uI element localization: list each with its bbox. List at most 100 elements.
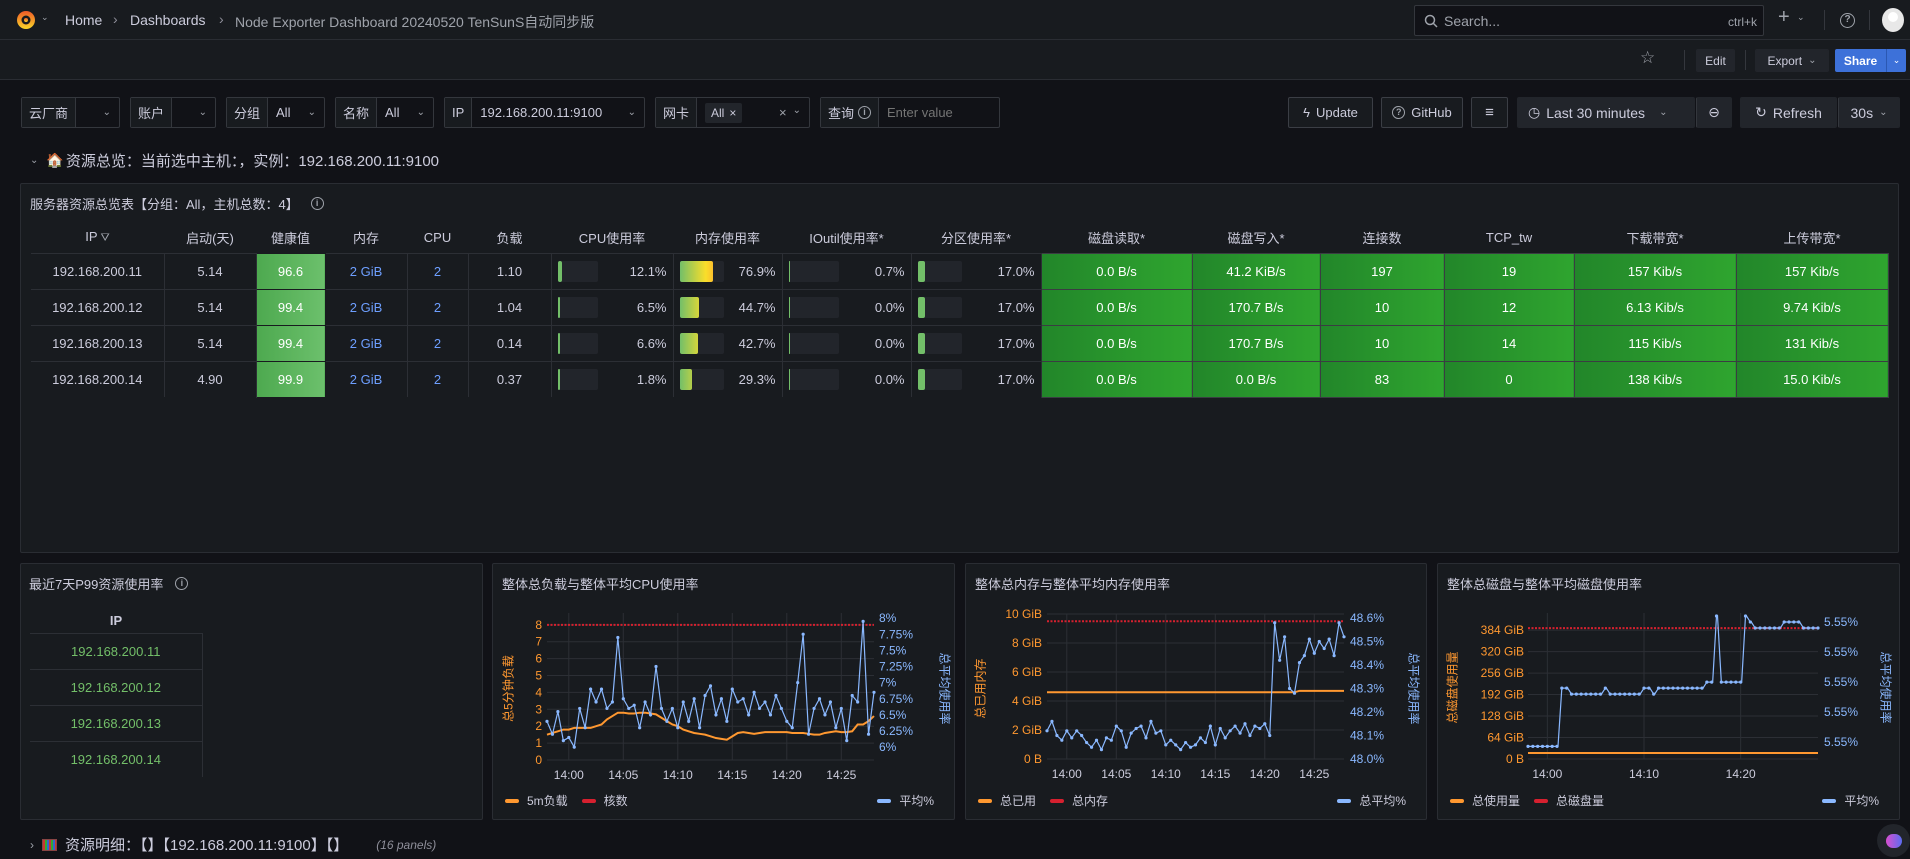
variable-group[interactable]: 分组 All ⌄ xyxy=(226,97,325,128)
ip-cell[interactable]: 192.168.200.13 xyxy=(30,704,203,741)
info-icon[interactable]: i xyxy=(310,197,324,210)
ip-cell[interactable]: 192.168.200.14 xyxy=(30,740,203,777)
data-point xyxy=(703,693,707,698)
y2-tick-label: 5.55% xyxy=(1824,645,1858,659)
chevron-right-icon[interactable]: › xyxy=(30,838,34,852)
data-point xyxy=(725,719,729,723)
chevron-down-icon[interactable]: ⌄ xyxy=(41,12,49,23)
plus-icon[interactable]: + xyxy=(1778,6,1790,29)
table-cell[interactable]: 2 GiB xyxy=(325,252,408,289)
star-icon[interactable]: ☆ xyxy=(1640,48,1655,68)
refresh-button[interactable]: ↻ Refresh xyxy=(1740,97,1837,128)
column-header[interactable]: 磁盘写入* xyxy=(1192,222,1320,253)
column-header[interactable]: 下载带宽* xyxy=(1574,222,1736,253)
search-input[interactable]: Search... ctrl+k xyxy=(1414,5,1764,36)
help-icon[interactable]: ? xyxy=(1840,13,1855,28)
info-icon[interactable]: i xyxy=(175,577,189,590)
column-header[interactable]: CPU xyxy=(407,222,468,253)
breadcrumb-home[interactable]: Home xyxy=(65,12,102,28)
legend-item[interactable]: 总磁盘量 xyxy=(1534,792,1604,809)
column-header[interactable]: 内存使用率 xyxy=(673,222,782,253)
chevron-down-icon[interactable]: ⌄ xyxy=(30,155,38,166)
legend-item[interactable]: 平均% xyxy=(1822,792,1879,809)
variable-account[interactable]: 账户 ⌄ xyxy=(130,97,216,128)
column-header-ip[interactable]: IP xyxy=(30,608,202,633)
update-button[interactable]: ϟ Update xyxy=(1288,97,1373,128)
zoom-out-button[interactable]: ⊖ xyxy=(1696,97,1732,128)
user-avatar[interactable] xyxy=(1882,8,1904,32)
table-row: 192.168.200.12 xyxy=(30,668,203,705)
timeseries-chart[interactable]: 0 B 2 GiB 4 GiB 6 GiB 8 GiB 10 GiB 48.0% 48.1% 4… xyxy=(966,564,1428,789)
ip-cell[interactable]: 192.168.200.11 xyxy=(30,632,203,669)
legend-item[interactable]: 总平均% xyxy=(1337,792,1406,809)
variable-name[interactable]: 名称 All ⌄ xyxy=(335,97,434,128)
share-button[interactable]: Share xyxy=(1835,49,1887,72)
filter-icon[interactable]: ⛛ xyxy=(98,232,110,244)
column-header[interactable]: IP ⛛ xyxy=(31,222,164,253)
table-cell[interactable]: 2 xyxy=(407,324,469,361)
assistant-button[interactable] xyxy=(1877,824,1910,857)
x-tick-label: 14:05 xyxy=(1101,767,1131,781)
remove-chip-icon[interactable]: × xyxy=(729,106,736,120)
table-cell[interactable]: 2 xyxy=(407,252,469,289)
data-point xyxy=(1772,626,1777,630)
clear-icon[interactable]: × xyxy=(779,105,787,120)
ip-cell[interactable]: 192.168.200.12 xyxy=(30,668,203,705)
info-icon[interactable]: i xyxy=(858,106,872,119)
github-button[interactable]: ? GitHub xyxy=(1381,97,1463,128)
edit-button[interactable]: Edit xyxy=(1696,49,1735,72)
selected-chip[interactable]: All × xyxy=(705,102,743,123)
table-cell[interactable]: 2 GiB xyxy=(325,288,408,325)
chevron-down-icon[interactable]: ⌄ xyxy=(793,105,801,120)
data-point xyxy=(1613,692,1617,696)
share-options-chevron-icon[interactable]: ⌄ xyxy=(1887,49,1906,72)
legend-item[interactable]: 总内存 xyxy=(1050,792,1108,809)
row-header-details[interactable]: › 资源明细：【】【192.168.200.11:9100】【】 (16 pan… xyxy=(30,834,436,855)
menu-button[interactable]: ≡ xyxy=(1471,97,1508,128)
table-cell[interactable]: 2 GiB xyxy=(325,324,408,361)
table-cell: 99.9 xyxy=(255,360,326,398)
variable-cloud-provider[interactable]: 云厂商 ⌄ xyxy=(21,97,120,128)
legend-item[interactable]: 核数 xyxy=(581,792,628,809)
table-cell[interactable]: 2 xyxy=(407,360,469,397)
column-header[interactable]: 磁盘读取* xyxy=(1041,222,1192,253)
legend-label: 平均% xyxy=(1844,794,1879,808)
row-header-overview[interactable]: ⌄ 🏠 资源总览：当前选中主机：，实例：192.168.200.11:9100 xyxy=(30,150,439,171)
y-tick-label: 8 xyxy=(535,618,542,632)
divider xyxy=(1869,10,1870,30)
legend-item[interactable]: 总已用 xyxy=(978,792,1036,809)
column-header[interactable]: TCP_tw xyxy=(1444,222,1574,253)
variable-ip[interactable]: IP 192.168.200.11:9100 ⌄ xyxy=(444,97,645,128)
column-header[interactable]: 健康值 xyxy=(256,222,325,253)
timeseries-chart[interactable]: 0 B 64 GiB 128 GiB 192 GiB 256 GiB 320 GiB 384… xyxy=(1438,564,1900,789)
column-header[interactable]: 内存 xyxy=(325,222,407,253)
grafana-logo[interactable] xyxy=(14,8,38,32)
timeseries-chart[interactable]: 0 1 2 3 4 5 6 7 8 6% 6.25% 6.5% 6.75% 7% 7.25% 7.5% 7.75… xyxy=(493,564,955,789)
legend-label: 总内存 xyxy=(1072,794,1109,808)
legend-item[interactable]: 5m负载 xyxy=(505,792,568,809)
column-header[interactable]: IOutil使用率* xyxy=(782,222,911,253)
column-header[interactable]: 连接数 xyxy=(1320,222,1444,253)
column-header[interactable]: 启动(天) xyxy=(164,222,256,253)
variable-label: 分组 xyxy=(227,98,269,127)
time-range-picker[interactable]: ◷ Last 30 minutes ⌄ xyxy=(1517,97,1695,128)
data-point xyxy=(1792,620,1796,624)
table-cell[interactable]: 2 xyxy=(407,288,469,325)
legend-item[interactable]: 平均% xyxy=(877,792,934,809)
data-point xyxy=(1109,738,1113,742)
data-point xyxy=(763,700,767,704)
export-button[interactable]: Export ⌄ xyxy=(1755,49,1829,72)
data-point xyxy=(1119,729,1123,733)
table-cell[interactable]: 2 GiB xyxy=(325,360,408,397)
chevron-down-icon[interactable]: ⌄ xyxy=(1797,12,1805,23)
query-input[interactable] xyxy=(879,98,999,127)
legend-item[interactable]: 总使用量 xyxy=(1450,792,1520,809)
column-header[interactable]: 负载 xyxy=(468,222,551,253)
variable-nic[interactable]: 网卡 All × × ⌄ xyxy=(655,97,810,128)
variable-query[interactable]: 查询 i xyxy=(820,97,1000,128)
column-header[interactable]: CPU使用率 xyxy=(551,222,673,253)
refresh-interval-picker[interactable]: 30s ⌄ xyxy=(1838,97,1900,128)
column-header[interactable]: 上传带宽* xyxy=(1736,222,1888,253)
breadcrumb-dashboards[interactable]: Dashboards xyxy=(130,12,206,28)
column-header[interactable]: 分区使用率* xyxy=(911,222,1041,253)
